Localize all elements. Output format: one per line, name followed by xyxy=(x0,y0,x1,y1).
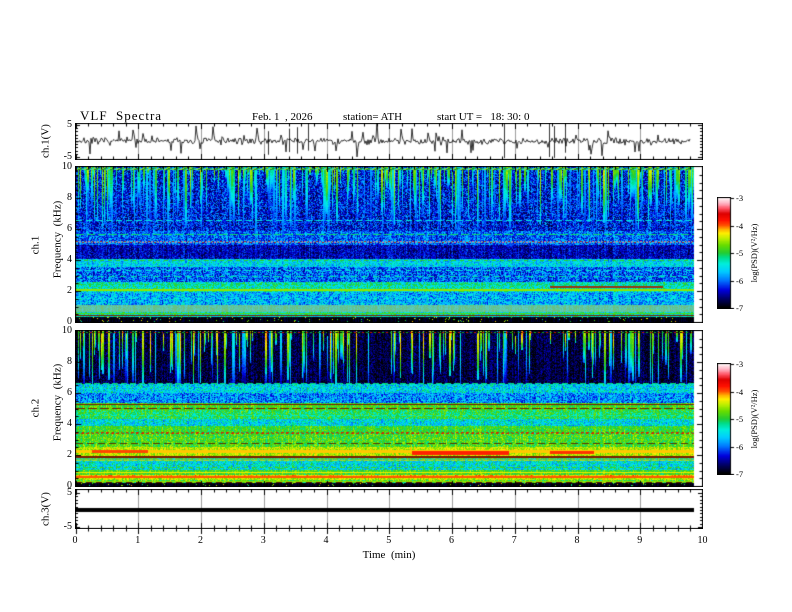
spec1-freq-tick-label: 8 xyxy=(67,192,72,203)
time-tick-label: 1 xyxy=(135,535,141,546)
spec1-freq-tick-label: 4 xyxy=(67,254,72,265)
spec2-freq-tick-label: 6 xyxy=(67,387,72,398)
colorbar1-tick-label: -4 xyxy=(736,220,744,231)
vlf-spectra-figure: VLF Spectra Feb. 1 , 2026 station= ATH s… xyxy=(0,0,792,612)
spec2-freq-tick-label: 8 xyxy=(67,356,72,367)
colorbar2-label: log(PSD)(V²/Hz) xyxy=(749,389,759,449)
ch1-spectrogram-panel xyxy=(75,166,703,323)
time-tick-label: 2 xyxy=(198,535,203,546)
colorbar1-tick-label: -6 xyxy=(736,275,744,286)
colorbar2-tick-label: -5 xyxy=(736,414,744,424)
colorbar1-tick-label: -3 xyxy=(736,193,744,203)
spec2-freq-tick-label: 4 xyxy=(67,418,72,429)
ch1-colorbar xyxy=(717,197,736,309)
spec1-freq-tick-label: 6 xyxy=(67,223,72,234)
time-tick-label: 6 xyxy=(449,535,454,546)
ch3-volt-tick-label: -5 xyxy=(63,521,72,533)
colorbar1-tick-label: -7 xyxy=(736,303,744,313)
ch1-volt-tick-label: -5 xyxy=(63,151,72,162)
figure-title: VLF Spectra xyxy=(80,108,163,123)
time-axis-label: Time (min) xyxy=(362,549,416,561)
colorbar1-tick-label: -5 xyxy=(736,248,744,258)
colorbar1-label: log(PSD)(V²/Hz) xyxy=(749,223,759,283)
ch2-frequency-axis-label: ch.2 Frequency (kHz) xyxy=(29,363,64,453)
time-tick-label: 0 xyxy=(72,535,78,546)
ch1-axis-label-line2: Frequency (kHz) xyxy=(51,200,64,279)
time-tick-label: 3 xyxy=(260,535,266,546)
ch1-axis-label-line1: ch.1 xyxy=(29,235,42,255)
ch3-volt-tick-label: 5 xyxy=(67,486,72,498)
time-tick-label: 9 xyxy=(637,535,643,546)
start-ut-label: start UT = 18: 30: 0 xyxy=(437,111,530,123)
spec1-freq-tick-label: 10 xyxy=(62,161,72,172)
ch2-axis-label-line2: Frequency (kHz) xyxy=(51,363,64,442)
colorbar2-tick-label: -7 xyxy=(736,469,744,479)
ch2-axis-label-line1: ch.2 xyxy=(29,398,42,418)
ch1-volt-tick-label: 5 xyxy=(67,119,72,130)
time-tick-label: 7 xyxy=(511,535,517,546)
colorbar2-tick-label: -6 xyxy=(736,441,744,452)
ch2-spectrogram-panel xyxy=(75,330,703,487)
spec1-freq-tick-label: 2 xyxy=(67,285,72,296)
station-label: station= ATH xyxy=(343,111,403,123)
spec2-freq-tick-label: 10 xyxy=(62,325,72,336)
colorbar2-tick-label: -3 xyxy=(736,359,744,369)
ch2-colorbar xyxy=(717,363,736,475)
time-tick-label: 10 xyxy=(697,535,708,546)
colorbar2-tick-label: -4 xyxy=(736,386,744,397)
time-tick-label: 4 xyxy=(323,535,329,546)
time-tick-label: 5 xyxy=(386,535,392,546)
ch1-voltage-panel xyxy=(75,123,703,160)
ch3-voltage-panel xyxy=(75,489,703,529)
ch1-frequency-axis-label: ch.1 Frequency (kHz) xyxy=(29,200,64,290)
date-label: Feb. 1 , 2026 xyxy=(252,111,313,123)
time-tick-label: 8 xyxy=(574,535,580,546)
spec2-freq-tick-label: 2 xyxy=(67,449,72,460)
